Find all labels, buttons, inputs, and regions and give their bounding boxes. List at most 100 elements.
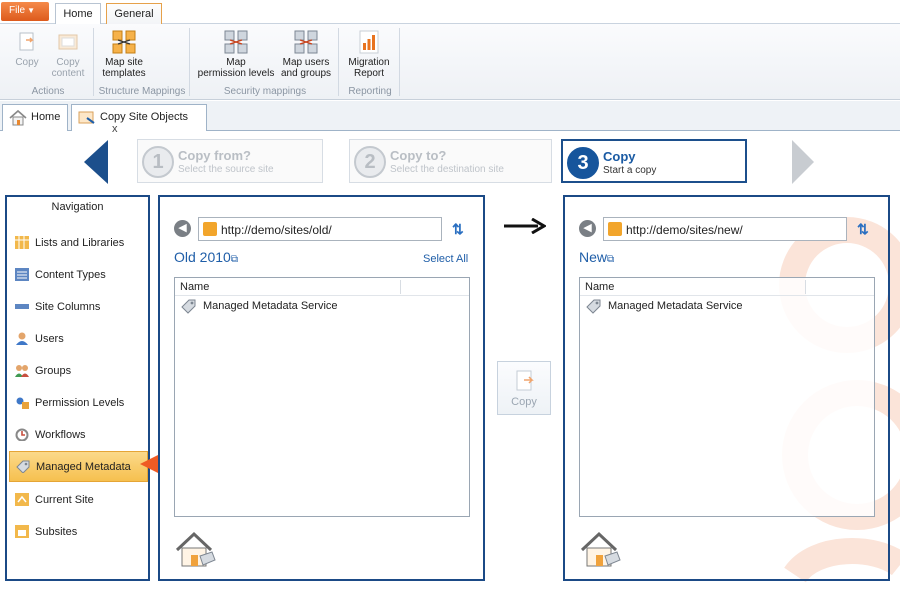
destination-site-panel: ◀ http://demo/sites/new/ ⇅ New⧉ Name Man…	[563, 195, 890, 581]
destination-url-text: http://demo/sites/new/	[626, 223, 743, 237]
map-permissions-icon	[224, 30, 248, 54]
metadata-icon	[586, 299, 601, 314]
copy-button[interactable]: Copy	[497, 361, 551, 415]
nav-item-label: Users	[35, 333, 64, 345]
nav-item-lists-libraries[interactable]: Lists and Libraries	[9, 228, 148, 256]
file-menu-button[interactable]: File ▼	[1, 2, 49, 21]
source-site-title-text: Old 2010	[174, 249, 231, 265]
destination-url-input[interactable]: http://demo/sites/new/	[603, 217, 847, 241]
list-item[interactable]: Managed Metadata Service	[586, 299, 743, 314]
group-separator	[189, 28, 190, 96]
site-icon	[203, 222, 217, 236]
site-icon	[608, 222, 622, 236]
refresh-icon[interactable]: ⇅	[452, 221, 464, 238]
nav-item-workflows[interactable]: Workflows	[9, 420, 148, 448]
destination-url-bar: ◀ http://demo/sites/new/ ⇅	[579, 217, 879, 241]
permission-icon	[16, 397, 29, 409]
map-users-groups-button[interactable]: Map users and groups	[278, 30, 334, 79]
source-site-title[interactable]: Old 2010⧉	[174, 249, 238, 265]
nav-item-label: Workflows	[35, 429, 86, 441]
list-item-label: Managed Metadata Service	[203, 300, 338, 312]
nav-item-label: Lists and Libraries	[35, 237, 125, 249]
wizard-step-copy-from[interactable]: 1 Copy from? Select the source site	[137, 139, 323, 183]
select-all-link[interactable]: Select All	[423, 253, 468, 265]
wizard-step-copy-to[interactable]: 2 Copy to? Select the destination site	[349, 139, 552, 183]
migration-report-button[interactable]: Migration Report	[343, 30, 395, 79]
subsites-icon	[15, 525, 29, 538]
destination-object-list: Name Managed Metadata Service	[579, 277, 875, 517]
close-tab-icon[interactable]: x	[112, 123, 118, 135]
metadata-icon	[16, 460, 30, 473]
nav-item-label: Subsites	[35, 526, 78, 538]
step-title: Copy	[603, 149, 636, 164]
copy-content-icon	[56, 30, 80, 54]
doc-tab-home[interactable]: Home	[2, 104, 68, 131]
doc-tab-home-label: Home	[31, 111, 61, 123]
source-url-text: http://demo/sites/old/	[221, 223, 332, 237]
nav-item-current-site[interactable]: Current Site	[9, 485, 148, 513]
nav-item-site-columns[interactable]: Site Columns	[9, 292, 148, 320]
nav-item-groups[interactable]: Groups	[9, 356, 148, 384]
wizard-back-icon[interactable]	[84, 140, 110, 184]
copy-icon	[516, 370, 534, 391]
nav-item-label: Content Types	[35, 269, 106, 281]
doc-tab-copy-site-objects-label: Copy Site Objects	[100, 111, 189, 123]
map-permission-levels-button[interactable]: Map permission levels	[196, 30, 276, 79]
step-subtitle: Start a copy	[603, 165, 657, 176]
user-icon	[16, 332, 28, 345]
ribbon-tabbar: File ▼ Home General	[0, 0, 900, 25]
wizard-step-copy[interactable]: 3 Copy Start a copy	[561, 139, 747, 183]
copy-content-button[interactable]: Copy content	[48, 30, 88, 79]
refresh-icon[interactable]: ⇅	[857, 221, 869, 238]
map-users-groups-label: Map users and groups	[280, 57, 332, 79]
source-site-panel: ◀ http://demo/sites/old/ ⇅ Old 2010⧉ Sel…	[158, 195, 485, 581]
step-number: 1	[142, 146, 174, 178]
tab-home[interactable]: Home	[55, 3, 101, 25]
nav-item-label: Managed Metadata	[36, 461, 131, 473]
destination-site-title[interactable]: New⧉	[579, 249, 614, 265]
wizard-next-icon[interactable]	[792, 140, 816, 184]
report-icon	[357, 30, 381, 54]
list-header: Name	[175, 278, 469, 296]
source-url-input[interactable]: http://demo/sites/old/	[198, 217, 442, 241]
map-users-icon	[294, 30, 318, 54]
nav-item-managed-metadata[interactable]: Managed Metadata	[9, 451, 148, 482]
list-item[interactable]: Managed Metadata Service	[181, 299, 338, 314]
house-icon	[8, 109, 28, 126]
map-templates-icon	[112, 30, 136, 54]
tab-general[interactable]: General	[106, 3, 162, 25]
ribbon: Copy Copy content Actions Map site templ…	[0, 24, 900, 100]
source-url-bar: ◀ http://demo/sites/old/ ⇅	[174, 217, 474, 241]
back-icon[interactable]: ◀	[174, 220, 191, 237]
nav-item-subsites[interactable]: Subsites	[9, 517, 148, 545]
column-header-name[interactable]: Name	[585, 281, 614, 293]
external-link-icon: ⧉	[230, 254, 238, 265]
navigation-panel: Navigation Lists and Libraries Content T…	[5, 195, 150, 581]
nav-item-label: Current Site	[35, 494, 94, 506]
map-site-templates-button[interactable]: Map site templates	[98, 30, 150, 79]
nav-item-permission-levels[interactable]: Permission Levels	[9, 388, 148, 416]
copy-content-label: Copy content	[51, 57, 85, 79]
site-home-icon	[175, 531, 216, 567]
lists-icon	[15, 236, 29, 249]
group-label-reporting: Reporting	[348, 86, 392, 97]
column-header-name[interactable]: Name	[180, 281, 209, 293]
copy-ribbon-button[interactable]: Copy	[8, 30, 46, 68]
site-columns-icon	[15, 304, 29, 309]
step-number: 2	[354, 146, 386, 178]
transfer-arrow-icon	[504, 218, 546, 234]
doc-tab-copy-site-objects[interactable]: Copy Site Objects x	[71, 104, 207, 135]
copy-icon	[15, 30, 39, 54]
step-subtitle: Select the source site	[178, 164, 274, 175]
group-separator	[93, 28, 94, 96]
list-item-label: Managed Metadata Service	[608, 300, 743, 312]
external-link-icon: ⧉	[607, 254, 615, 265]
site-home-icon	[580, 531, 621, 567]
content-types-icon	[15, 268, 29, 281]
copy-objects-icon	[77, 109, 97, 126]
nav-item-users[interactable]: Users	[9, 324, 148, 352]
back-icon[interactable]: ◀	[579, 220, 596, 237]
navigation-title: Navigation	[51, 201, 104, 213]
nav-item-content-types[interactable]: Content Types	[9, 260, 148, 288]
group-separator	[338, 28, 339, 96]
